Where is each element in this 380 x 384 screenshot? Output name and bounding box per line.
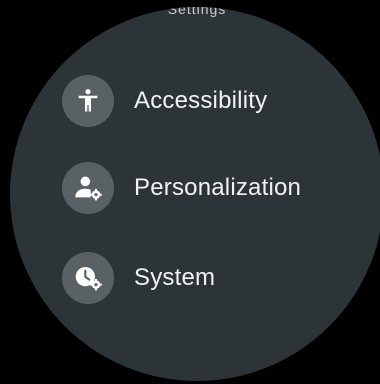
- menu-item-label: Personalization: [134, 174, 302, 201]
- menu-item-accessibility[interactable]: Accessibility: [62, 69, 352, 133]
- system-icon: [62, 252, 114, 304]
- watch-face: Settings Accessibility Personalization S…: [10, 7, 380, 381]
- menu-item-label: Accessibility: [134, 87, 268, 114]
- accessibility-icon: [62, 75, 114, 127]
- screen-title: Settings: [167, 7, 227, 17]
- menu-item-personalization[interactable]: Personalization: [62, 156, 352, 220]
- menu-item-system[interactable]: System: [62, 246, 352, 310]
- menu-item-label: System: [134, 264, 216, 291]
- personalization-icon: [62, 162, 114, 214]
